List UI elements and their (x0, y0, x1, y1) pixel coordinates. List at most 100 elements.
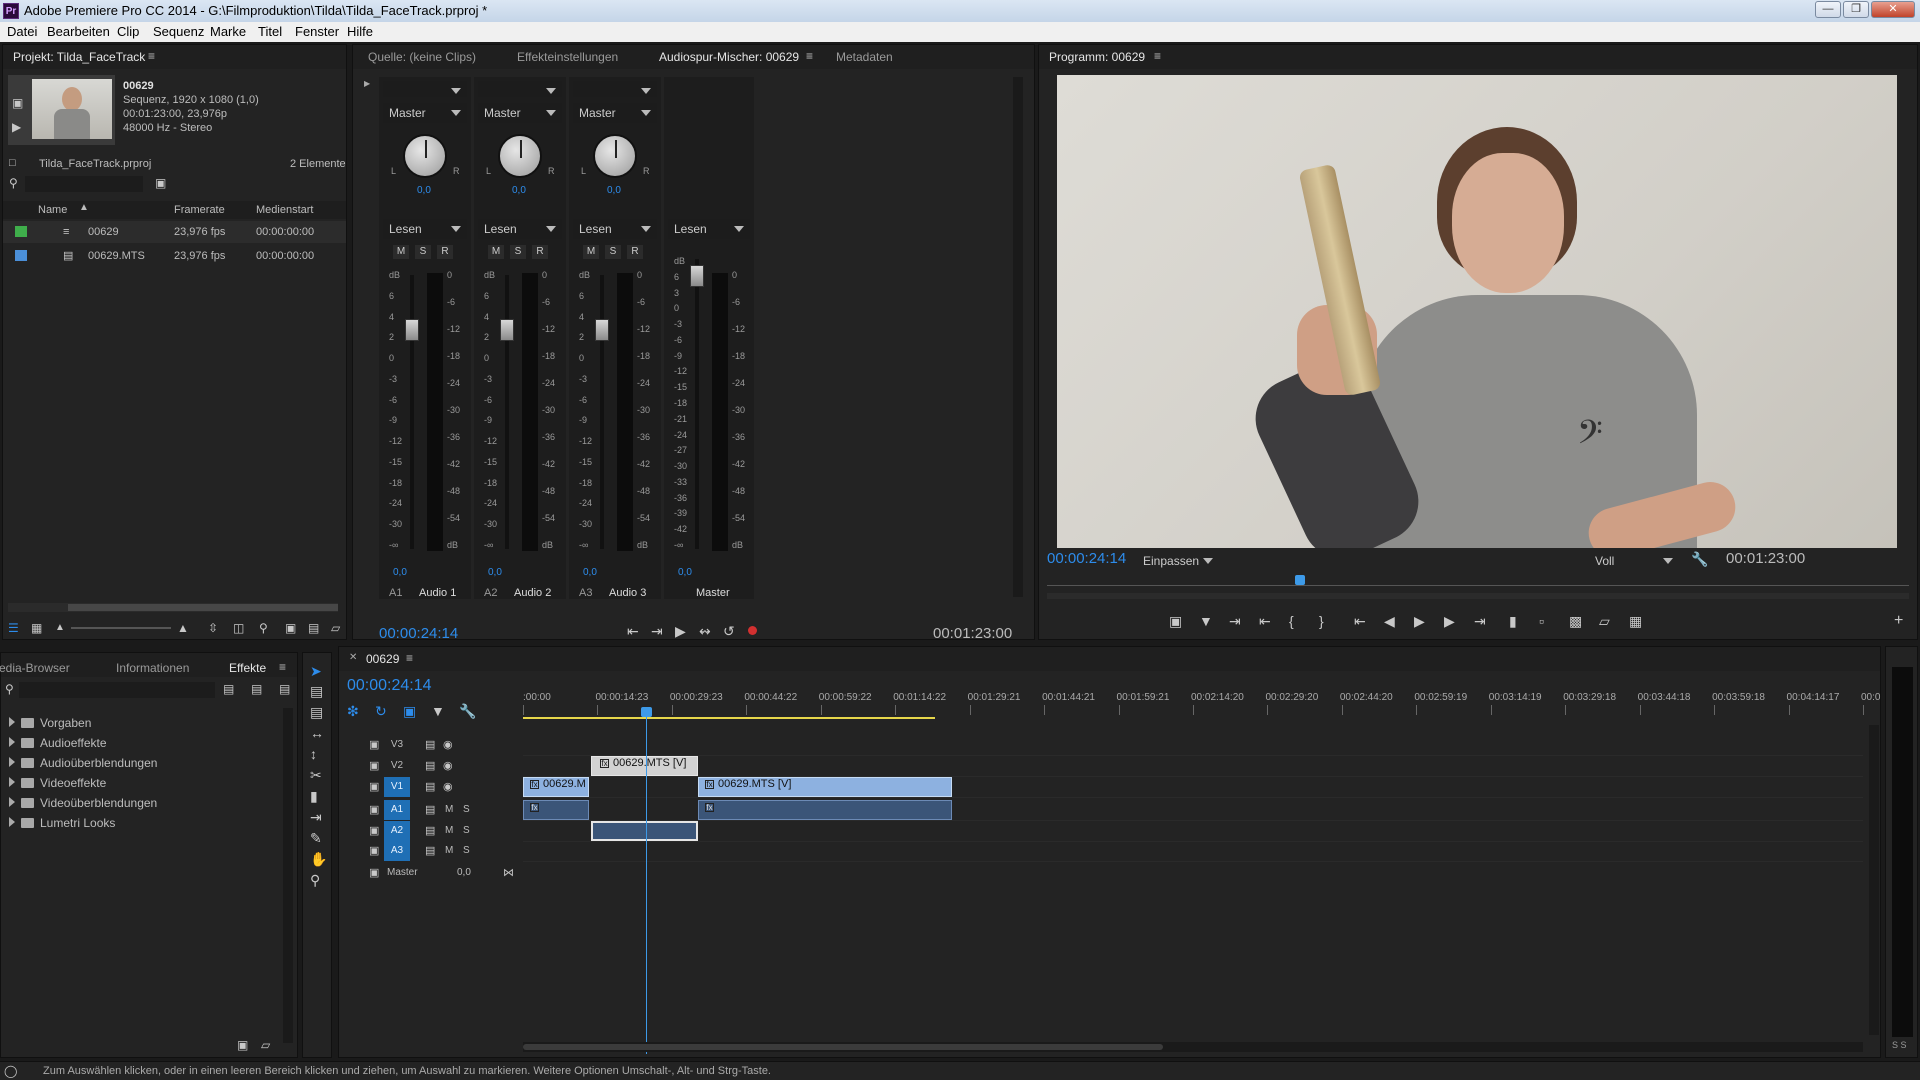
add-button-icon[interactable]: + (1894, 613, 1903, 629)
loop-icon[interactable]: ↺ (723, 623, 735, 639)
sync-lock-icon[interactable]: ▤ (425, 843, 435, 859)
resolution-dropdown[interactable]: Voll (1589, 551, 1679, 571)
maximize-button[interactable]: ❐ (1843, 1, 1869, 18)
volume-fader[interactable] (405, 319, 419, 341)
expand-triangle-icon[interactable]: ▶ (364, 79, 370, 88)
close-button[interactable]: ✕ (1871, 1, 1915, 18)
menu-fenster[interactable]: Fenster (295, 24, 339, 39)
solo-button[interactable]: S (415, 245, 431, 259)
panel-menu-icon[interactable]: ≡ (1154, 49, 1161, 63)
lock-icon[interactable]: ▣ (369, 843, 379, 859)
go-to-out-icon[interactable]: ⇥ (651, 623, 663, 639)
step-forward-edit-icon[interactable]: ⇥ (1474, 613, 1486, 629)
col-name[interactable]: Name (38, 204, 67, 216)
eye-icon[interactable]: ◉ (443, 779, 453, 795)
minimize-button[interactable]: — (1815, 1, 1841, 18)
program-scrubber[interactable] (1047, 575, 1909, 591)
volume-value[interactable]: 0,0 (583, 567, 597, 578)
step-forward-icon[interactable]: ▶ (1444, 613, 1455, 629)
lift-icon[interactable]: ▮ (1509, 613, 1517, 629)
panel-menu-icon[interactable]: ≡ (406, 651, 413, 665)
solo-button[interactable]: S (463, 845, 470, 856)
play-icon[interactable]: ▶ (12, 119, 21, 135)
zoom-out-icon[interactable]: ▲ (55, 620, 65, 636)
master-volume-fader[interactable] (690, 265, 704, 287)
program-tab[interactable]: Programm: 00629 (1049, 50, 1145, 64)
selection-tool-icon[interactable]: ➤ (310, 663, 322, 679)
fit-dropdown[interactable]: Einpassen (1137, 551, 1219, 571)
project-row[interactable]: ▤ 00629.MTS 23,976 fps 00:00:00:00 (3, 245, 346, 267)
record-arm-button[interactable]: R (437, 245, 453, 259)
list-view-icon[interactable]: ☰ (8, 620, 19, 636)
export-frame-icon[interactable]: ▩ (1569, 613, 1582, 629)
compare-icon[interactable]: ▦ (1629, 613, 1642, 629)
time-ruler[interactable]: :00:00 00:00:14:23 00:00:29:23 00:00:44:22 0… (523, 689, 1880, 717)
32bit-effects-icon[interactable]: ▤ (251, 681, 262, 697)
safe-margins-icon[interactable]: ▣ (1169, 613, 1182, 629)
lock-icon[interactable]: ▣ (369, 779, 379, 795)
search-icon[interactable]: ⚲ (9, 175, 18, 191)
tab-media-browser[interactable]: Media-Browser (0, 661, 70, 675)
menu-hilfe[interactable]: Hilfe (347, 24, 373, 39)
ghost-clip[interactable]: fx 00629.MTS [V] (591, 756, 698, 776)
track-target-v3[interactable]: V3 (384, 735, 410, 755)
mute-button[interactable]: M (393, 245, 409, 259)
tab-info[interactable]: Informationen (116, 661, 189, 675)
project-row[interactable]: ≡ 00629 23,976 fps 00:00:00:00 (3, 221, 346, 243)
rate-stretch-tool-icon[interactable]: ↕ (310, 746, 317, 762)
horizontal-scrollbar[interactable] (8, 603, 338, 612)
export-icon[interactable]: ▱ (1599, 613, 1610, 629)
track-target-v1[interactable]: V1 (384, 777, 410, 797)
lock-icon[interactable]: ▣ (369, 823, 379, 839)
vertical-scrollbar[interactable] (283, 708, 293, 1043)
new-bin-icon[interactable]: ▣ (237, 1037, 248, 1053)
tree-item[interactable]: Videoeffekte (9, 773, 157, 793)
menu-bearbeiten[interactable]: Bearbeiten (47, 24, 110, 39)
track-target-a3[interactable]: A3 (384, 841, 410, 861)
mixer-timecode[interactable]: 00:00:24:14 (379, 625, 458, 642)
sync-lock-icon[interactable]: ▤ (425, 802, 435, 818)
automation-mode-dropdown[interactable]: Lesen (383, 219, 467, 239)
tree-item[interactable]: Lumetri Looks (9, 813, 157, 833)
ghost-audio-clip[interactable] (591, 821, 698, 841)
tree-item[interactable]: Vorgaben (9, 713, 157, 733)
pen-tool-icon[interactable]: ✎ (310, 830, 322, 846)
menu-titel[interactable]: Titel (258, 24, 282, 39)
sort-up-icon[interactable]: ▲ (79, 202, 89, 213)
snap-icon[interactable]: ❇ (347, 703, 359, 719)
mute-button[interactable]: M (488, 245, 504, 259)
find-icon[interactable]: ⚲ (259, 620, 268, 636)
pan-value[interactable]: 0,0 (607, 185, 621, 196)
add-marker-icon[interactable]: ▼ (431, 703, 445, 719)
pan-knob[interactable] (403, 134, 447, 178)
rolling-edit-tool-icon[interactable]: ↔ (310, 725, 324, 741)
trash-icon[interactable]: ▱ (331, 620, 340, 636)
pan-knob[interactable] (593, 134, 637, 178)
pan-value[interactable]: 0,0 (417, 185, 431, 196)
volume-value[interactable]: 0,0 (393, 567, 407, 578)
menu-clip[interactable]: Clip (117, 24, 139, 39)
video-clip[interactable]: fx 00629.M (523, 777, 589, 797)
panel-menu-icon[interactable]: ≡ (279, 660, 286, 674)
search-icon[interactable]: ⚲ (5, 681, 14, 697)
tree-item[interactable]: Audioüberblendungen (9, 753, 157, 773)
new-bin-icon[interactable]: ▣ (285, 620, 296, 636)
hand-tool-icon[interactable]: ✋ (310, 851, 327, 867)
volume-value[interactable]: 0,0 (488, 567, 502, 578)
audio-clip[interactable]: fx (698, 800, 952, 820)
program-timecode[interactable]: 00:00:24:14 (1047, 550, 1126, 567)
sync-lock-icon[interactable]: ▤ (425, 758, 435, 774)
tab-metadata[interactable]: Metadaten (836, 50, 893, 64)
lock-icon[interactable]: ▣ (369, 865, 379, 881)
automation-mode-dropdown[interactable]: Lesen (573, 219, 657, 239)
channel-input-dropdown[interactable] (478, 81, 562, 97)
channel-input-dropdown[interactable] (573, 81, 657, 97)
sync-lock-icon[interactable]: ▤ (425, 779, 435, 795)
solo-button[interactable]: S (463, 825, 470, 836)
project-tab[interactable]: Projekt: Tilda_FaceTrack (13, 50, 145, 64)
step-back-icon[interactable]: ◀ (1384, 613, 1395, 629)
panel-menu-icon[interactable]: ≡ (148, 49, 155, 63)
audio-clip[interactable]: fx (523, 800, 589, 820)
go-to-out-icon[interactable]: ⇤ (1259, 613, 1271, 629)
linked-selection-icon[interactable]: ↻ (375, 703, 387, 719)
